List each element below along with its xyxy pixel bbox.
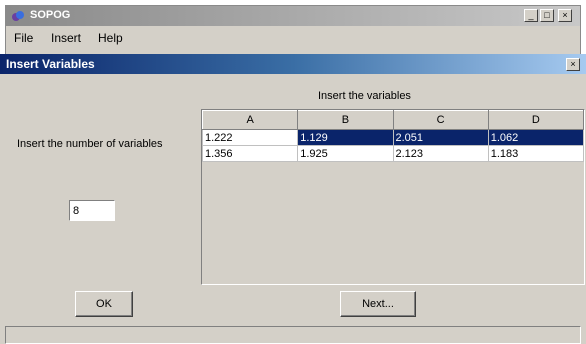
variable-count-label: Insert the number of variables	[17, 138, 163, 150]
column-header-c[interactable]: C	[392, 110, 489, 130]
table-cell[interactable]: 2.123	[392, 145, 489, 162]
insert-variables-dialog: Insert Variables × Insert the variables …	[0, 54, 586, 344]
table-title: Insert the variables	[318, 90, 411, 102]
close-button[interactable]: ×	[558, 9, 572, 22]
menu-bar: File Insert Help	[6, 28, 580, 48]
table-cell[interactable]: 1.183	[487, 145, 585, 162]
dialog-title: Insert Variables	[6, 57, 95, 71]
main-title-bar[interactable]: SOPOG _ □ ×	[6, 6, 580, 26]
menu-file[interactable]: File	[14, 31, 33, 45]
status-bar	[5, 326, 581, 344]
menu-help[interactable]: Help	[98, 31, 123, 45]
table-row[interactable]: 1.356 1.925 2.123 1.183	[201, 145, 585, 162]
variables-table-panel: ABCD 1.222 1.129 2.051 1.062 1.356 1.925 2.123…	[201, 109, 585, 285]
dialog-close-button[interactable]: ×	[566, 58, 580, 71]
table-cell[interactable]: 1.356	[201, 145, 299, 162]
column-header-a[interactable]: A	[201, 110, 299, 130]
table-row[interactable]: 1.222 1.129 2.051 1.062	[201, 129, 585, 146]
column-header-b[interactable]: B	[297, 110, 394, 130]
menu-insert[interactable]: Insert	[51, 31, 81, 45]
minimize-button[interactable]: _	[524, 9, 538, 22]
ok-button[interactable]: OK	[75, 291, 133, 317]
table-cell[interactable]: 1.062	[487, 129, 585, 146]
table-cell[interactable]: 1.129	[297, 129, 394, 146]
variable-count-input[interactable]	[69, 200, 115, 221]
app-title: SOPOG	[30, 9, 71, 21]
app-icon	[12, 11, 24, 21]
next-button[interactable]: Next...	[340, 291, 416, 317]
variables-table: ABCD 1.222 1.129 2.051 1.062 1.356 1.925 2.123…	[201, 110, 585, 162]
table-cell[interactable]: 1.222	[201, 129, 299, 146]
table-cell[interactable]: 2.051	[392, 129, 489, 146]
maximize-button[interactable]: □	[540, 9, 554, 22]
table-cell[interactable]: 1.925	[297, 145, 394, 162]
dialog-title-bar[interactable]: Insert Variables ×	[0, 54, 586, 74]
column-header-d[interactable]: D	[487, 110, 585, 130]
